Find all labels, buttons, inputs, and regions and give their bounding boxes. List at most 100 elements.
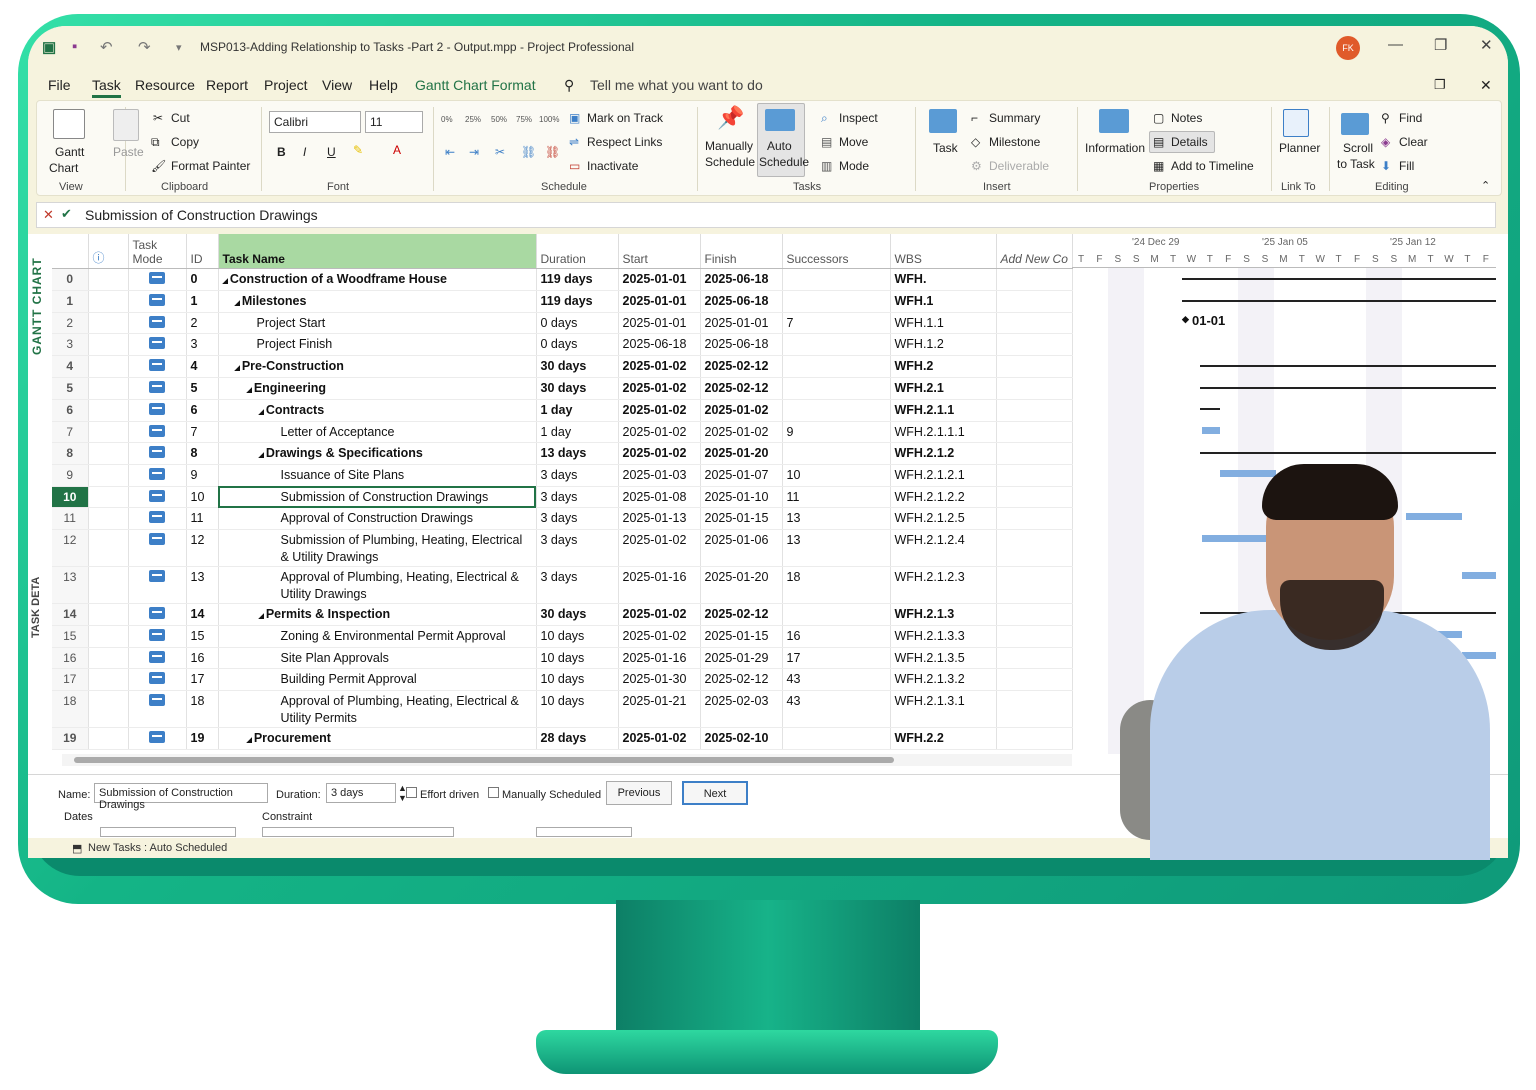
- task-mode-cell[interactable]: [128, 529, 187, 568]
- add-timeline-icon[interactable]: ▦: [1153, 159, 1164, 173]
- collapse-toggle-icon[interactable]: ◢: [235, 365, 242, 372]
- add-new-cell[interactable]: [996, 668, 1073, 691]
- avatar[interactable]: FK: [1336, 36, 1360, 60]
- id-cell[interactable]: 14: [186, 603, 219, 627]
- italic-button[interactable]: I: [303, 145, 306, 159]
- tab-help[interactable]: Help: [369, 77, 398, 93]
- add-new-cell[interactable]: [996, 625, 1073, 648]
- id-cell[interactable]: 17: [186, 668, 219, 691]
- indicators-cell[interactable]: [88, 333, 129, 356]
- duration-cell[interactable]: 30 days: [536, 377, 619, 400]
- successors-cell[interactable]: [782, 603, 891, 627]
- duration-cell[interactable]: 3 days: [536, 507, 619, 531]
- successors-cell[interactable]: 16: [782, 625, 891, 648]
- clear-icon[interactable]: ◈: [1381, 135, 1390, 149]
- row-number[interactable]: 4: [52, 355, 89, 378]
- row-number[interactable]: 12: [52, 529, 89, 568]
- task-mode-cell[interactable]: [128, 464, 187, 487]
- id-cell[interactable]: 18: [186, 690, 219, 728]
- outdent-icon[interactable]: ⇤: [445, 145, 455, 159]
- clear-button[interactable]: Clear: [1399, 135, 1428, 149]
- task-mode-cell[interactable]: [128, 727, 187, 750]
- start-cell[interactable]: 2025-01-16: [618, 566, 701, 605]
- finish-cell[interactable]: 2025-02-12: [700, 668, 783, 691]
- task-name-cell[interactable]: Approval of Plumbing, Heating, Electrica…: [218, 690, 537, 728]
- wbs-cell[interactable]: WFH.2.1.2.4: [890, 529, 997, 568]
- finish-cell[interactable]: 2025-01-01: [700, 312, 783, 335]
- wbs-cell[interactable]: WFH.2.1.2.5: [890, 507, 997, 531]
- table-row[interactable]: 6 6 ◢ Contracts 1 day 2025-01-02 2025-01-02 WF…: [52, 399, 1073, 422]
- column-task-mode[interactable]: Task Mode: [128, 234, 187, 269]
- duration-cell[interactable]: 1 day: [536, 421, 619, 444]
- add-new-cell[interactable]: [996, 399, 1073, 422]
- gantt-chart-label[interactable]: Gantt: [55, 145, 84, 159]
- successors-cell[interactable]: 11: [782, 486, 891, 509]
- unlink-icon[interactable]: ⛓: [545, 145, 560, 159]
- finish-cell[interactable]: 2025-01-15: [700, 625, 783, 648]
- table-row[interactable]: 8 8 ◢ Drawings & Specifications 13 days 2025…: [52, 442, 1073, 466]
- id-cell[interactable]: 2: [186, 312, 219, 335]
- restore-icon[interactable]: ❐: [1434, 36, 1447, 54]
- successors-cell[interactable]: [782, 333, 891, 356]
- successors-cell[interactable]: 10: [782, 464, 891, 487]
- finish-cell[interactable]: 2025-06-18: [700, 333, 783, 356]
- find-icon[interactable]: ⚲: [1381, 111, 1390, 125]
- task-mode-cell[interactable]: [128, 486, 187, 509]
- finish-cell[interactable]: 2025-01-02: [700, 399, 783, 422]
- successors-cell[interactable]: 18: [782, 566, 891, 605]
- duration-cell[interactable]: 10 days: [536, 625, 619, 648]
- manually-schedule-label-2[interactable]: Schedule: [705, 155, 755, 169]
- deliverable-icon[interactable]: ⚙: [971, 159, 982, 173]
- tab-project[interactable]: Project: [264, 77, 308, 93]
- indicators-cell[interactable]: [88, 529, 129, 568]
- insert-task-button[interactable]: Task: [933, 141, 958, 155]
- task-name-cell[interactable]: ◢ Contracts: [218, 399, 537, 422]
- successors-cell[interactable]: 9: [782, 421, 891, 444]
- wbs-cell[interactable]: WFH.2.1.2.3: [890, 566, 997, 605]
- collapse-toggle-icon[interactable]: ◢: [259, 613, 266, 620]
- indent-icon[interactable]: ⇥: [469, 145, 479, 159]
- id-cell[interactable]: 16: [186, 647, 219, 670]
- constraint-type-select[interactable]: [262, 827, 454, 837]
- successors-cell[interactable]: 13: [782, 529, 891, 568]
- duration-cell[interactable]: 119 days: [536, 290, 619, 313]
- table-row[interactable]: 15 15 Zoning & Environmental Permit Approv…: [52, 625, 1073, 648]
- task-name-cell[interactable]: Submission of Plumbing, Heating, Electri…: [218, 529, 537, 568]
- table-row[interactable]: 5 5 ◢ Engineering 30 days 2025-01-02 2025-02-…: [52, 377, 1073, 400]
- highlight-icon[interactable]: ✎: [353, 143, 363, 157]
- add-new-cell[interactable]: [996, 486, 1073, 509]
- indicators-cell[interactable]: [88, 355, 129, 378]
- table-row[interactable]: 0 0 ◢ Construction of a Woodframe House 119…: [52, 268, 1073, 291]
- indicators-cell[interactable]: [88, 507, 129, 531]
- add-new-cell[interactable]: [996, 377, 1073, 400]
- task-mode-cell[interactable]: [128, 268, 187, 291]
- duration-cell[interactable]: 0 days: [536, 333, 619, 356]
- mark-on-track-button[interactable]: Mark on Track: [587, 111, 663, 125]
- ribbon-display-icon[interactable]: ❐: [1434, 77, 1446, 93]
- pct-75-button[interactable]: 75%: [516, 115, 532, 124]
- minimize-icon[interactable]: —: [1388, 36, 1403, 53]
- successors-cell[interactable]: [782, 442, 891, 466]
- task-mode-cell[interactable]: [128, 442, 187, 466]
- duration-cell[interactable]: 3 days: [536, 529, 619, 568]
- indicators-cell[interactable]: [88, 464, 129, 487]
- entry-bar-input[interactable]: Submission of Construction Drawings: [85, 207, 318, 223]
- summary-button[interactable]: Summary: [989, 111, 1040, 125]
- finish-cell[interactable]: 2025-01-10: [700, 486, 783, 509]
- task-name-cell[interactable]: Project Start: [218, 312, 537, 335]
- start-cell[interactable]: 2025-01-02: [618, 399, 701, 422]
- id-cell[interactable]: 1: [186, 290, 219, 313]
- mode-icon[interactable]: ▥: [821, 159, 832, 173]
- manually-schedule-icon[interactable]: 📌: [717, 105, 744, 131]
- row-number[interactable]: 13: [52, 566, 89, 605]
- table-row[interactable]: 10 10 Submission of Construction Drawings 3…: [52, 486, 1073, 509]
- add-new-cell[interactable]: [996, 333, 1073, 356]
- inspect-button[interactable]: Inspect: [839, 111, 878, 125]
- mark-on-track-icon[interactable]: ▣: [569, 111, 580, 125]
- duration-cell[interactable]: 30 days: [536, 355, 619, 378]
- scroll-to-task-label[interactable]: Scroll: [1343, 141, 1373, 155]
- milestone-button[interactable]: Milestone: [989, 135, 1040, 149]
- task-name-cell[interactable]: ◢ Permits & Inspection: [218, 603, 537, 627]
- column-wbs[interactable]: WBS: [890, 234, 997, 269]
- column-finish[interactable]: Finish: [700, 234, 783, 269]
